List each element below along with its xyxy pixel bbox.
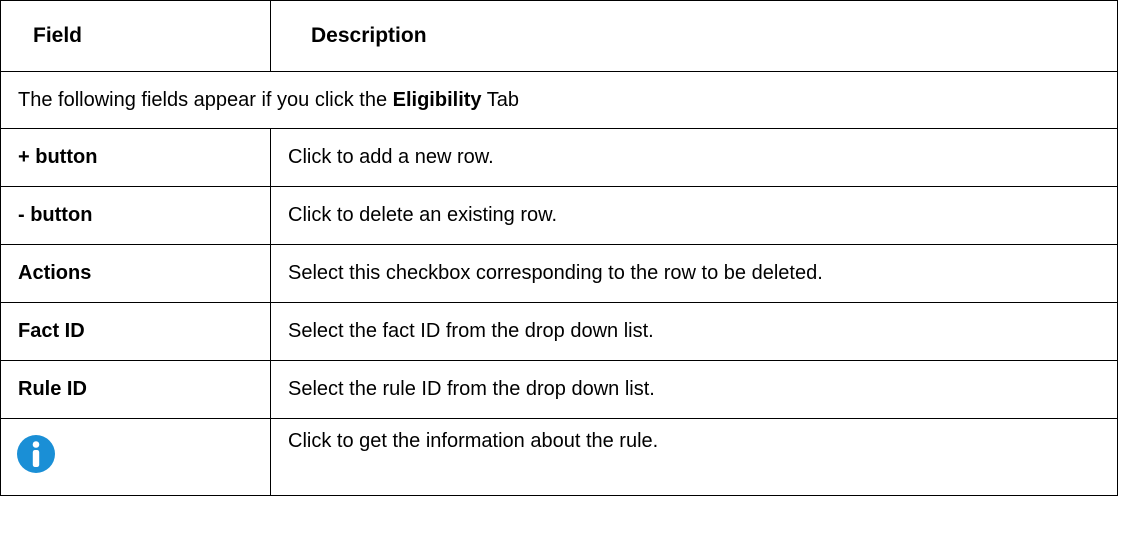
field-description-table: Field Description The following fields a… [0, 0, 1118, 496]
section-note-row: The following fields appear if you click… [0, 71, 1118, 129]
header-field: Field [0, 0, 271, 72]
field-cell: Rule ID [0, 360, 271, 419]
field-cell: - button [0, 186, 271, 245]
table-row: Fact ID Select the fact ID from the drop… [0, 302, 1118, 361]
field-cell: Actions [0, 244, 271, 303]
field-cell [0, 418, 271, 496]
field-cell: + button [0, 128, 271, 187]
table-row: + button Click to add a new row. [0, 128, 1118, 187]
note-text-bold: Eligibility [392, 88, 482, 111]
table-row: Actions Select this checkbox correspondi… [0, 244, 1118, 303]
note-text-before: The following fields appear if you click… [18, 88, 393, 111]
description-cell: Click to delete an existing row. [270, 186, 1118, 245]
table-header-row: Field Description [0, 0, 1118, 72]
description-cell: Select the fact ID from the drop down li… [270, 302, 1118, 361]
info-icon [16, 434, 56, 474]
header-description: Description [270, 0, 1118, 72]
table-row: Rule ID Select the rule ID from the drop… [0, 360, 1118, 419]
description-cell: Click to add a new row. [270, 128, 1118, 187]
table-row: - button Click to delete an existing row… [0, 186, 1118, 245]
description-cell: Click to get the information about the r… [270, 418, 1118, 496]
description-cell: Select the rule ID from the drop down li… [270, 360, 1118, 419]
note-text-after: Tab [481, 88, 519, 111]
section-note: The following fields appear if you click… [0, 71, 1118, 129]
description-cell: Select this checkbox corresponding to th… [270, 244, 1118, 303]
field-cell: Fact ID [0, 302, 271, 361]
table-row: Click to get the information about the r… [0, 418, 1118, 496]
